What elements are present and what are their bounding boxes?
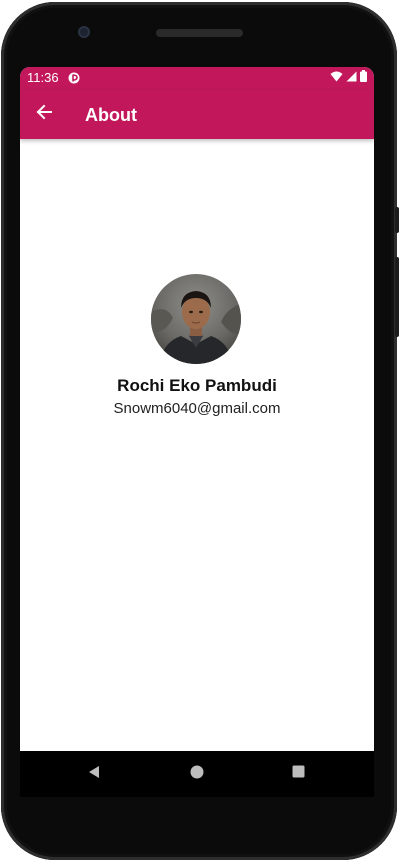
status-time: 11:36 [27, 70, 59, 85]
avatar [151, 274, 241, 364]
nav-back-button[interactable] [83, 763, 105, 785]
status-bar: 11:36 [20, 67, 374, 89]
recents-square-icon [292, 765, 305, 783]
device-frame: 11:36 About Rochi Eko Pambudi Snowm6040@… [0, 0, 400, 863]
back-triangle-icon [87, 765, 101, 784]
volume-button [395, 257, 399, 337]
earpiece-speaker [156, 29, 243, 37]
home-circle-icon [190, 765, 204, 784]
notification-app-icon [68, 71, 80, 84]
page-title: About [85, 105, 137, 125]
signal-icon [346, 69, 357, 87]
app-bar: About [20, 89, 374, 139]
profile-email: Snowm6040@gmail.com [113, 400, 281, 417]
front-camera [78, 26, 90, 38]
nav-recents-button[interactable] [287, 763, 309, 785]
nav-home-button[interactable] [186, 763, 208, 785]
system-nav-bar [20, 751, 374, 797]
battery-icon [360, 69, 367, 87]
back-button[interactable] [30, 100, 58, 128]
wifi-icon [330, 69, 343, 87]
power-button [395, 207, 399, 233]
screen: 11:36 About Rochi Eko Pambudi Snowm6040@… [20, 67, 374, 751]
profile-name: Rochi Eko Pambudi [117, 376, 277, 395]
status-icons [330, 69, 367, 87]
arrow-back-icon [35, 103, 53, 126]
